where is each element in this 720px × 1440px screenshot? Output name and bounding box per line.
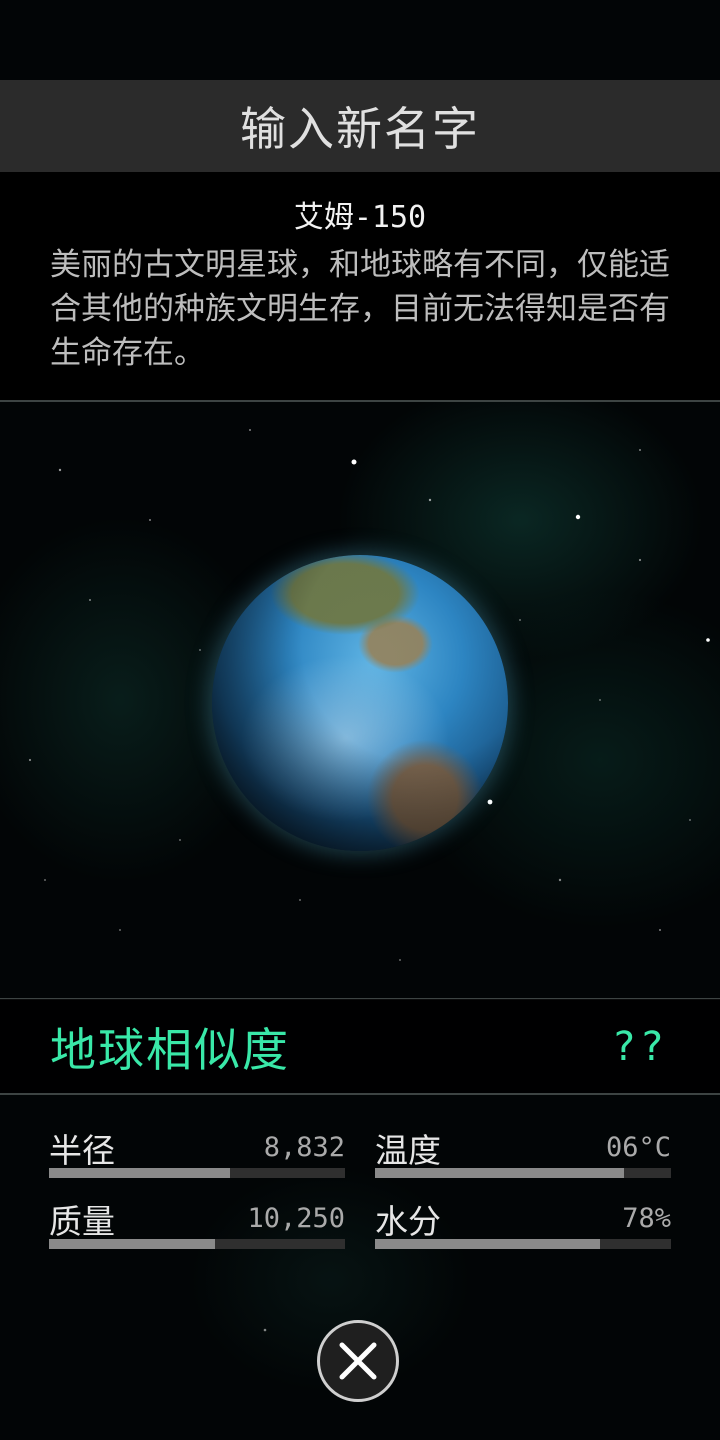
stat-label: 质量 (49, 1202, 115, 1241)
similarity-label: 地球相似度 (50, 1023, 290, 1077)
stat-bar (375, 1239, 671, 1249)
divider-similarity-bottom (0, 1093, 720, 1095)
top-bar: 输入新名字 (0, 80, 720, 172)
stat-bar-fill (375, 1239, 600, 1249)
stat-value: 10,250 (247, 1203, 345, 1234)
stat-bar-fill (49, 1168, 230, 1178)
divider-top (0, 400, 720, 402)
stat-bar-fill (49, 1239, 215, 1249)
stat-bar-fill (375, 1168, 624, 1178)
stat-bar (375, 1168, 671, 1178)
planet-description: 美丽的古文明星球，和地球略有不同，仅能适合其他的种族文明生存，目前无法得知是否有… (50, 247, 670, 371)
rename-title[interactable]: 输入新名字 (240, 93, 480, 159)
close-button[interactable] (317, 1320, 399, 1402)
planet-name: 艾姆-150 (293, 200, 427, 235)
stat-label: 半径 (49, 1131, 115, 1170)
stat-value: 8,832 (263, 1132, 345, 1163)
stat-label: 温度 (375, 1131, 441, 1170)
stat-bar (49, 1168, 345, 1178)
stat-value: 06°C (605, 1132, 671, 1163)
similarity-value: ?? (611, 1024, 668, 1070)
stat-label: 水分 (375, 1202, 441, 1241)
planet-shadow (212, 555, 508, 851)
stat-value: 78% (622, 1203, 671, 1234)
stat-bar (49, 1239, 345, 1249)
close-icon (339, 1342, 377, 1380)
